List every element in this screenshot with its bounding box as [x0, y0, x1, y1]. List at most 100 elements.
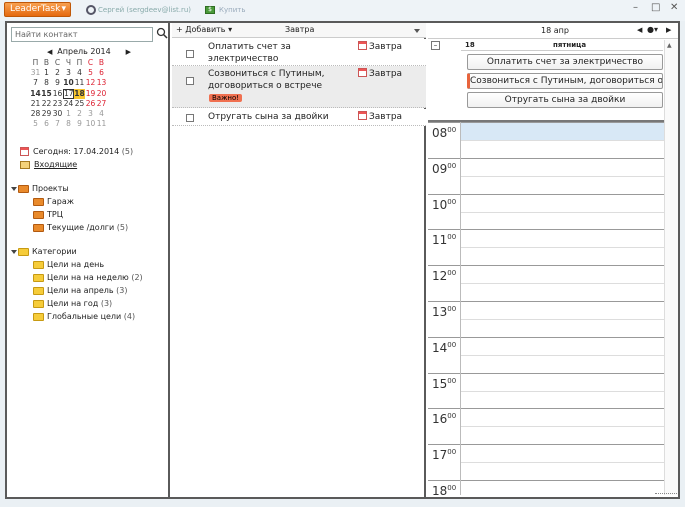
calendar-day[interactable]: 10 — [63, 78, 74, 88]
calendar-day[interactable]: 24 — [63, 99, 74, 109]
hour-row[interactable]: 1800 — [428, 480, 664, 495]
sidebar-item-today[interactable]: Сегодня: 17.04.2014 (5) — [20, 146, 133, 158]
calendar-day[interactable]: 4 — [74, 68, 85, 78]
sidebar-item[interactable]: Глобальные цели (4) — [33, 311, 135, 323]
prev-day-button[interactable]: ◀ — [637, 26, 642, 34]
task-title[interactable]: Созвониться с Путиным, договориться о вс… — [208, 68, 348, 92]
calendar-day[interactable]: 11 — [96, 119, 107, 129]
sidebar-item[interactable]: Цели на апрель (3) — [33, 285, 128, 297]
task-due[interactable]: Завтра — [358, 111, 402, 122]
hour-row[interactable]: 1100 — [428, 229, 664, 265]
hour-row[interactable]: 1600 — [428, 408, 664, 444]
calendar-day[interactable]: 27 — [96, 99, 107, 109]
hour-row[interactable]: 0900 — [428, 157, 664, 194]
calendar-day[interactable]: 30 — [52, 109, 63, 119]
add-task-button[interactable]: + Добавить ▾ — [176, 25, 232, 34]
calendar-day[interactable]: 5 — [85, 68, 96, 78]
allday-event[interactable]: Созвониться с Путиным, договориться о — [467, 73, 663, 89]
calendar-day[interactable]: 23 — [52, 99, 63, 109]
calendar-day[interactable]: 10 — [85, 119, 96, 129]
calendar-day[interactable]: 25 — [74, 99, 85, 109]
calendar-day[interactable]: 29 — [41, 109, 52, 119]
sidebar-item[interactable]: Цели на день — [33, 259, 104, 271]
calendar-day[interactable]: 22 — [41, 99, 52, 109]
calendar-day[interactable]: 11 — [74, 78, 85, 88]
task-row[interactable]: Созвониться с Путиным, договориться о вс… — [172, 66, 426, 108]
calendar-day[interactable]: 1 — [41, 68, 52, 78]
task-checkbox[interactable] — [186, 50, 194, 58]
vertical-scrollbar[interactable] — [664, 40, 678, 495]
hour-row[interactable]: 1200 — [428, 265, 664, 301]
calendar-day[interactable]: 15 — [41, 89, 52, 99]
collapse-allday-button[interactable]: – — [431, 41, 440, 50]
calendar-day[interactable]: 1 — [63, 109, 74, 119]
calendar-day[interactable]: 17 — [63, 88, 74, 99]
next-month-button[interactable]: ▶ — [126, 46, 131, 58]
minimize-button[interactable]: – — [633, 2, 638, 14]
sidebar-item[interactable]: Гараж — [33, 196, 74, 208]
calendar-day[interactable]: 6 — [96, 68, 107, 78]
calendar-day[interactable]: 3 — [63, 68, 74, 78]
task-filter-dropdown[interactable] — [414, 29, 420, 33]
task-due[interactable]: Завтра — [358, 41, 402, 52]
calendar-day[interactable]: 21 — [30, 99, 41, 109]
calendar-day[interactable]: 4 — [96, 109, 107, 119]
search-icon[interactable] — [156, 27, 168, 39]
calendar-day[interactable]: 8 — [63, 119, 74, 129]
task-title[interactable]: Отругать сына за двойки — [208, 111, 348, 123]
calendar-day[interactable]: 26 — [85, 99, 96, 109]
close-button[interactable]: ✕ — [670, 2, 678, 14]
calendar-day[interactable]: 6 — [41, 119, 52, 129]
sidebar-item[interactable]: ТРЦ — [33, 209, 63, 221]
buy-link[interactable]: Купить — [219, 6, 245, 14]
hour-row[interactable]: 1300 — [428, 301, 664, 337]
calendar-day[interactable]: 14 — [30, 89, 41, 99]
hour-row[interactable]: 1000 — [428, 193, 664, 230]
calendar-day[interactable]: 19 — [85, 89, 96, 99]
calendar-day[interactable]: 13 — [96, 78, 107, 88]
calendar-day[interactable]: 5 — [30, 119, 41, 129]
hour-row[interactable]: 1500 — [428, 372, 664, 409]
calendar-day[interactable]: 31 — [30, 68, 41, 78]
sync-icon[interactable] — [86, 5, 96, 15]
maximize-button[interactable]: □ — [651, 2, 660, 14]
hour-row[interactable]: 1400 — [428, 336, 664, 373]
view-options-button[interactable]: ●▾ — [647, 25, 658, 34]
calendar-day[interactable]: 2 — [52, 68, 63, 78]
calendar-day[interactable]: 9 — [52, 78, 63, 88]
calendar-day[interactable]: 28 — [30, 109, 41, 119]
scroll-up-icon[interactable]: ▲ — [667, 42, 672, 49]
task-checkbox[interactable] — [186, 114, 194, 122]
hour-row[interactable]: 1700 — [428, 444, 664, 480]
calendar-day[interactable]: 12 — [85, 78, 96, 88]
sidebar-group-projects[interactable]: Проекты — [11, 183, 69, 195]
contact-search-input[interactable]: Найти контакт — [11, 27, 153, 42]
sidebar-item[interactable]: Цели на год (3) — [33, 298, 112, 310]
calendar-day[interactable]: 3 — [85, 109, 96, 119]
selected-time-slot[interactable] — [461, 123, 664, 140]
calendar-day[interactable]: 18 — [74, 88, 85, 99]
sidebar-item[interactable]: Цели на на неделю (2) — [33, 272, 143, 284]
user-account[interactable]: Сергей (sergdeev@list.ru) — [98, 6, 191, 14]
calendar-day[interactable]: 16 — [52, 89, 63, 99]
sidebar-group-categories[interactable]: Категории — [11, 246, 77, 258]
next-day-button[interactable]: ▶ — [666, 26, 671, 34]
sidebar-item[interactable]: Текущие /долги (5) — [33, 222, 128, 234]
calendar-day[interactable]: 7 — [52, 119, 63, 129]
task-row[interactable]: Оплатить счет за электричество Завтра — [172, 39, 426, 66]
app-menu-button[interactable]: LeaderTask ▾ — [4, 2, 71, 17]
task-due[interactable]: Завтра — [358, 68, 402, 79]
calendar-day[interactable]: 7 — [30, 78, 41, 88]
calendar-day[interactable]: 20 — [96, 89, 107, 99]
task-row[interactable]: Отругать сына за двойки Завтра — [172, 109, 426, 126]
resize-grip[interactable] — [655, 493, 677, 497]
sidebar-item-inbox[interactable]: Входящие — [20, 159, 77, 171]
money-icon[interactable]: $ — [205, 6, 215, 14]
allday-event[interactable]: Отругать сына за двойки — [467, 92, 663, 108]
task-title[interactable]: Оплатить счет за электричество — [208, 41, 348, 65]
calendar-day[interactable]: 9 — [74, 119, 85, 129]
task-checkbox[interactable] — [186, 77, 194, 85]
prev-month-button[interactable]: ◀ — [47, 46, 52, 58]
calendar-day[interactable]: 8 — [41, 78, 52, 88]
allday-event[interactable]: Оплатить счет за электричество — [467, 54, 663, 70]
